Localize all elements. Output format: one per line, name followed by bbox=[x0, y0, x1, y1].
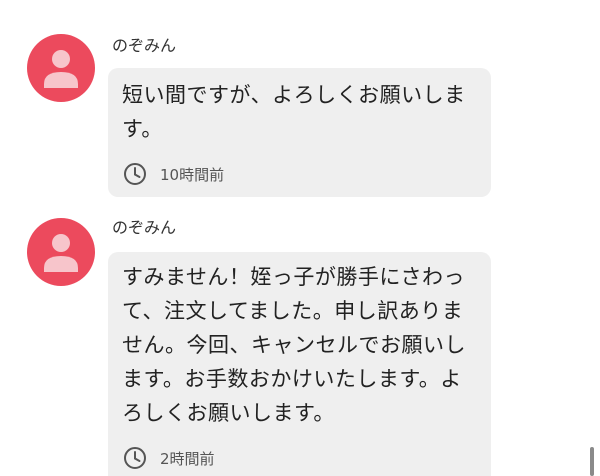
message-text: 短い間ですが、よろしくお願いします。 bbox=[122, 83, 466, 141]
avatar[interactable] bbox=[27, 218, 95, 286]
chat-screen: のぞみん 短い間ですが、よろしくお願いします。 10時間前 のぞみん すみません… bbox=[0, 0, 600, 476]
message-text: すみません！姪っ子が勝手にさわって、注文してました。申し訳ありません。今回、キャ… bbox=[122, 265, 466, 425]
timestamp: 2時間前 bbox=[160, 449, 215, 468]
user-silhouette-icon bbox=[44, 50, 78, 88]
user-silhouette-icon bbox=[44, 234, 78, 272]
message-meta: 2時間前 bbox=[122, 445, 215, 471]
avatar[interactable] bbox=[27, 34, 95, 102]
clock-icon bbox=[124, 163, 146, 185]
username[interactable]: のぞみん bbox=[112, 36, 176, 56]
scrollbar[interactable] bbox=[590, 447, 594, 476]
message-bubble: すみません！姪っ子が勝手にさわって、注文してました。申し訳ありません。今回、キャ… bbox=[108, 252, 491, 476]
message-meta: 10時間前 bbox=[122, 161, 224, 187]
timestamp: 10時間前 bbox=[160, 165, 225, 184]
clock-icon bbox=[124, 447, 146, 469]
message-bubble: 短い間ですが、よろしくお願いします。 10時間前 bbox=[108, 68, 491, 197]
username[interactable]: のぞみん bbox=[112, 218, 176, 238]
